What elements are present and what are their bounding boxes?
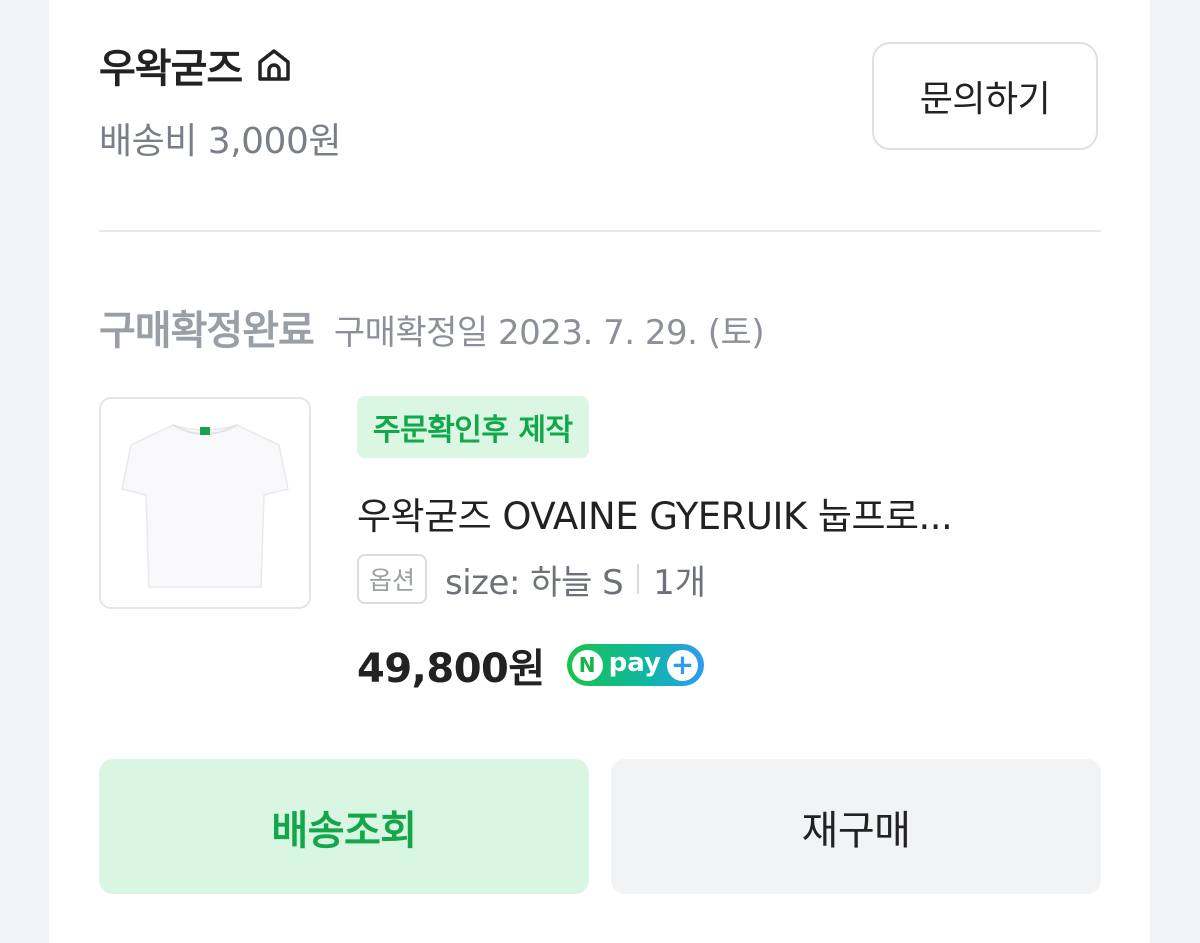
- order-status: 구매확정완료: [99, 308, 315, 354]
- shop-name[interactable]: 우왁굳즈: [99, 36, 243, 94]
- inquiry-button[interactable]: 문의하기: [872, 42, 1098, 150]
- npay-n-icon: N: [571, 649, 603, 681]
- shop-header[interactable]: 우왁굳즈: [99, 36, 294, 94]
- npay-text: pay: [608, 648, 661, 678]
- product-name[interactable]: 우왁굳즈 OVAINE GYERUIK 눕프로...: [357, 486, 1102, 540]
- price-row: 49,800원 N pay +: [357, 636, 704, 694]
- divider: [99, 230, 1101, 232]
- confirm-date: 구매확정일 2023. 7. 29. (토): [333, 313, 765, 353]
- rebuy-button[interactable]: 재구매: [611, 759, 1101, 894]
- order-card: 우왁굳즈 배송비 3,000원 문의하기 구매확정완료 구매확정일 2023. …: [49, 0, 1150, 943]
- product-thumbnail[interactable]: [99, 397, 311, 609]
- tshirt-image: [121, 424, 289, 588]
- npay-plus-badge: N pay +: [566, 644, 704, 686]
- order-status-row: 구매확정완료 구매확정일 2023. 7. 29. (토): [99, 298, 765, 356]
- home-icon[interactable]: [254, 45, 294, 85]
- made-to-order-badge: 주문확인후 제작: [357, 396, 589, 458]
- shipping-fee: 배송비 3,000원: [99, 121, 341, 162]
- plus-icon: +: [666, 649, 698, 681]
- option-tag: 옵션: [357, 554, 428, 604]
- track-delivery-button[interactable]: 배송조회: [99, 759, 589, 894]
- price: 49,800원: [357, 646, 545, 692]
- option-row: 옵션 size: 하늘 S 1개: [357, 554, 706, 604]
- quantity: 1개: [653, 562, 707, 603]
- option-value: size: 하늘 S: [445, 562, 624, 603]
- option-separator: [637, 564, 640, 594]
